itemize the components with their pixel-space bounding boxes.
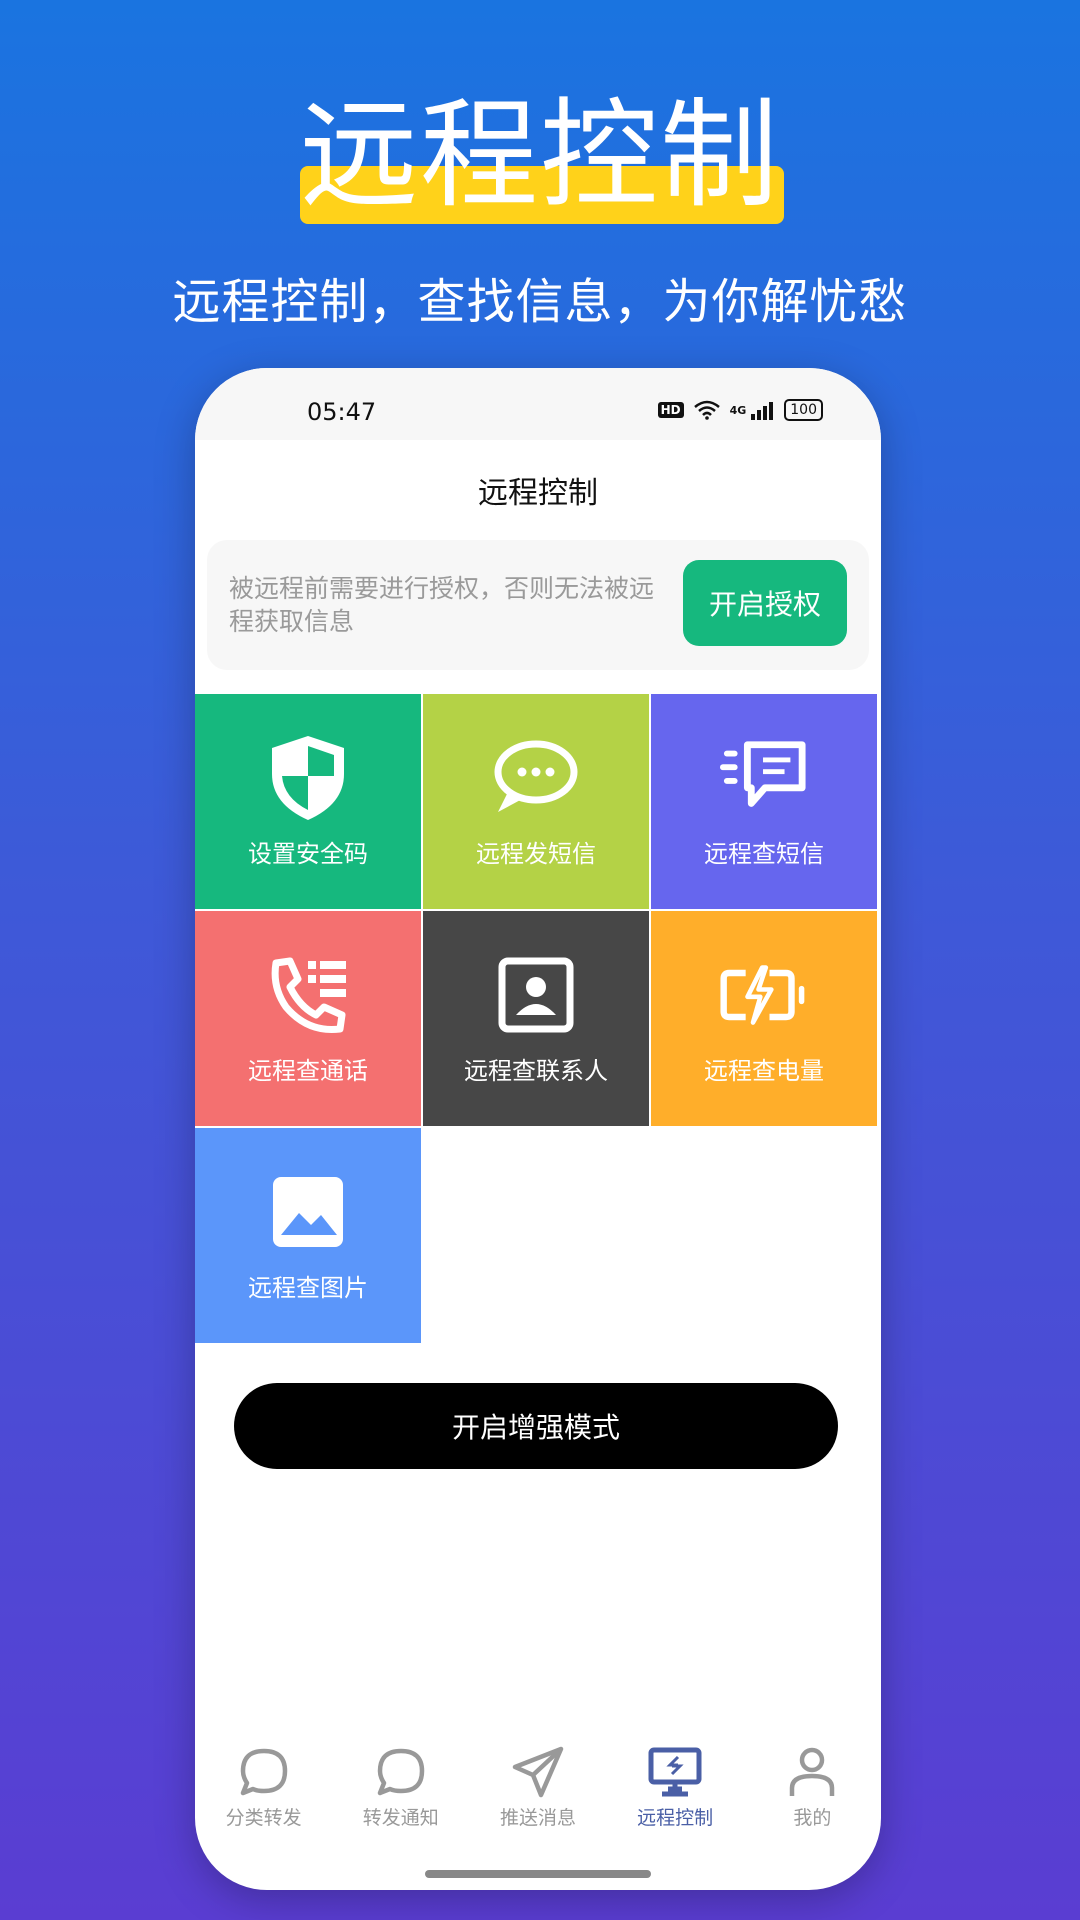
- signal-icon: [751, 402, 774, 420]
- tile-remote-send-sms[interactable]: 远程发短信: [423, 694, 649, 909]
- tab-label: 推送消息: [499, 1807, 576, 1829]
- tile-label: 远程发短信: [476, 840, 596, 868]
- tab-label: 分类转发: [225, 1807, 302, 1829]
- message-list-icon: [720, 734, 808, 822]
- chat-icon: [374, 1745, 428, 1799]
- status-time: 05:47: [307, 398, 377, 426]
- promo-subline: 远程控制，查找信息，为你解忧愁: [172, 274, 908, 330]
- promo-headline: 远程控制: [299, 86, 780, 224]
- tab-category-forward[interactable]: 分类转发: [199, 1745, 329, 1830]
- chat-bubble-icon: [492, 734, 580, 822]
- contact-icon: [492, 951, 580, 1039]
- auth-notice: 被远程前需要进行授权，否则无法被远程获取信息 开启授权: [207, 540, 869, 670]
- tile-set-security-code[interactable]: 设置安全码: [195, 694, 421, 909]
- user-icon: [785, 1745, 839, 1799]
- tab-push-messages[interactable]: 推送消息: [473, 1745, 603, 1830]
- tile-label: 远程查图片: [248, 1274, 368, 1302]
- send-icon: [511, 1745, 565, 1799]
- tab-label: 远程控制: [637, 1807, 714, 1829]
- tile-label: 设置安全码: [248, 840, 368, 868]
- enable-enhanced-mode-button[interactable]: 开启增强模式: [234, 1383, 838, 1469]
- tile-label: 远程查通话: [248, 1057, 368, 1085]
- phone-list-icon: [264, 951, 352, 1039]
- tile-remote-check-images[interactable]: 远程查图片: [195, 1128, 421, 1343]
- chat-icon: [237, 1745, 291, 1799]
- hd-icon: HD: [657, 402, 684, 418]
- tile-label: 远程查短信: [704, 840, 824, 868]
- tab-forward-notifications[interactable]: 转发通知: [336, 1745, 466, 1830]
- page-title: 远程控制: [478, 476, 598, 511]
- home-indicator[interactable]: [425, 1870, 651, 1878]
- promo-header: 远程控制: [0, 80, 1080, 230]
- auth-notice-text: 被远程前需要进行授权，否则无法被远程获取信息: [229, 574, 655, 636]
- tab-label: 我的: [793, 1807, 832, 1829]
- shield-icon: [264, 734, 352, 822]
- image-icon: [264, 1168, 352, 1256]
- tile-remote-check-contacts[interactable]: 远程查联系人: [423, 911, 649, 1126]
- phone-frame: 05:47 HD 4G 100 远程控制 被远程前需要进行授权，否则无法被远程获…: [195, 368, 881, 1890]
- status-bar: 05:47 HD 4G 100: [195, 368, 881, 440]
- tab-label: 转发通知: [362, 1807, 439, 1829]
- tab-remote-control[interactable]: 远程控制: [610, 1745, 740, 1830]
- battery-charge-icon: [720, 951, 808, 1039]
- status-icons: HD 4G 100: [657, 399, 823, 421]
- tile-remote-check-calls[interactable]: 远程查通话: [195, 911, 421, 1126]
- tab-me[interactable]: 我的: [747, 1745, 877, 1830]
- battery-icon: 100: [784, 399, 823, 421]
- remote-desktop-icon: [648, 1745, 702, 1799]
- tile-label: 远程查电量: [704, 1057, 824, 1085]
- tile-label: 远程查联系人: [464, 1057, 608, 1085]
- bottom-tab-bar: 分类转发 转发通知 推送消息 远程控制 我的: [195, 1740, 881, 1830]
- wifi-icon: [693, 400, 720, 420]
- enable-auth-button[interactable]: 开启授权: [683, 560, 847, 646]
- app-bar: 远程控制: [195, 440, 881, 540]
- network-type: 4G: [729, 403, 747, 417]
- feature-grid: 设置安全码 远程发短信 远程查短信 远程查通话 远程查联系人 远程查电量 远程查…: [195, 694, 881, 1343]
- tile-remote-check-battery[interactable]: 远程查电量: [651, 911, 877, 1126]
- tile-remote-check-sms[interactable]: 远程查短信: [651, 694, 877, 909]
